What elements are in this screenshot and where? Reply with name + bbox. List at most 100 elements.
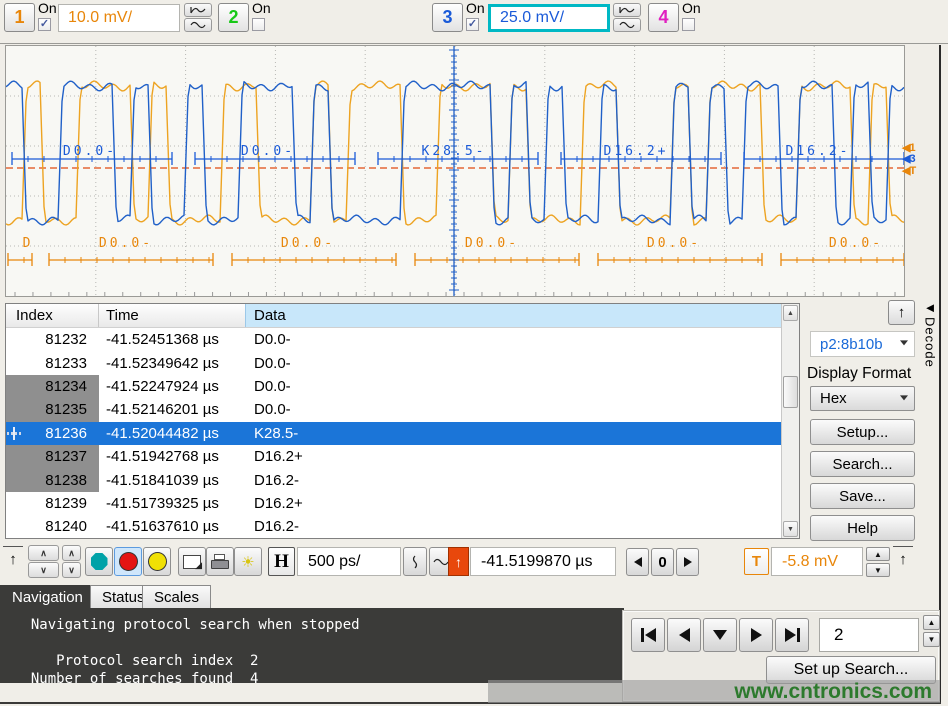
chevron-down-button[interactable]: ∨	[62, 562, 81, 578]
timebase-field[interactable]: 500 ps/	[297, 547, 401, 576]
spinner-down-button[interactable]: ▼	[923, 632, 940, 647]
move-up-icon[interactable]: ↑	[893, 546, 913, 575]
go-last-button[interactable]	[775, 618, 809, 652]
triangle-right-icon	[785, 628, 796, 642]
stop-button[interactable]	[114, 547, 142, 576]
decode-label: D16.2-	[786, 144, 851, 159]
display-format-select[interactable]: Hex	[810, 386, 915, 411]
cell-data: D16.2+	[246, 495, 781, 512]
channel-1-scale-field[interactable]: 10.0 mV/	[58, 4, 180, 32]
trigger-level-marker[interactable]: ◀T	[902, 164, 915, 177]
channel-1-coupling-button[interactable]	[184, 18, 212, 32]
chevron-up-button[interactable]: ∧	[28, 545, 59, 561]
decode-label: D0.0-	[281, 236, 335, 251]
trigger-level-field[interactable]: -5.8 mV	[771, 547, 863, 576]
channel-4-on-checkbox[interactable]	[682, 18, 695, 31]
column-header-time[interactable]: Time	[99, 304, 246, 327]
table-row[interactable]: 81236-41.52044482 µsK28.5-	[6, 422, 781, 445]
waveform-display[interactable]: D0.0-D0.0-K28.5-D16.2+D16.2-DD0.0-D0.0-D…	[5, 45, 905, 297]
go-next-button[interactable]	[739, 618, 773, 652]
table-header: Index Time Data	[6, 304, 799, 328]
trigger-position-button[interactable]: ↑	[448, 547, 469, 576]
tab-navigation[interactable]: Navigation	[0, 585, 95, 609]
table-row[interactable]: 81233-41.52349642 µsD0.0-	[6, 351, 781, 374]
search-index-field[interactable]: 2	[819, 618, 919, 652]
horizontal-position-field[interactable]: -41.5199870 µs	[470, 547, 616, 576]
cell-time: -41.51841039 µs	[99, 472, 246, 489]
help-button[interactable]: Help	[810, 515, 915, 541]
scrollbar-up-button[interactable]: ▲	[783, 305, 798, 321]
table-row[interactable]: 81235-41.52146201 µsD0.0-	[6, 398, 781, 421]
move-up-icon[interactable]: ↑	[3, 546, 23, 575]
spinner-up-button[interactable]: ▲	[866, 547, 890, 561]
pan-right-button[interactable]	[676, 548, 699, 576]
sine-icon	[433, 557, 449, 567]
decode-label: D0.0-	[63, 144, 117, 159]
table-row[interactable]: 81232-41.52451368 µsD0.0-	[6, 328, 781, 351]
trigger-button[interactable]: T	[744, 548, 769, 575]
scrollbar-thumb[interactable]	[783, 376, 798, 408]
cell-index: 81239	[6, 492, 99, 515]
zoom-waveform-button[interactable]	[403, 547, 427, 576]
channel-1-on-checkbox[interactable]: ✓	[38, 18, 51, 31]
collapse-panel-button[interactable]: ↑	[888, 300, 915, 325]
channel-4-on-label: On	[682, 0, 712, 16]
chevron-down-button[interactable]: ∨	[28, 562, 59, 578]
column-header-data[interactable]: Data	[246, 304, 799, 327]
tab-scales[interactable]: Scales	[142, 585, 211, 609]
search-button[interactable]: Search...	[810, 451, 915, 477]
table-row[interactable]: 81237-41.51942768 µsD16.2+	[6, 445, 781, 468]
go-previous-button[interactable]	[667, 618, 701, 652]
bar-icon	[797, 628, 800, 642]
cell-data: K28.5-	[246, 425, 781, 442]
channel-3-on-checkbox[interactable]: ✓	[466, 18, 479, 31]
channel-2-on-checkbox[interactable]	[252, 18, 265, 31]
chevron-up-button[interactable]: ∧	[62, 545, 81, 561]
brightness-button[interactable]: ☀	[234, 547, 262, 576]
decode-side-tab[interactable]: ◄ Decode	[921, 300, 939, 430]
spinner-up-button[interactable]: ▲	[923, 615, 940, 630]
channel-2-button[interactable]: 2	[218, 3, 249, 32]
cell-data: D0.0-	[246, 355, 781, 372]
channel-2-on-group: On	[252, 0, 282, 31]
cell-index: 81233	[6, 351, 99, 374]
single-icon	[149, 553, 166, 570]
go-current-button[interactable]	[703, 618, 737, 652]
channel-3-button[interactable]: 3	[432, 3, 463, 32]
decode-tab-label: Decode	[923, 317, 938, 368]
go-first-button[interactable]	[631, 618, 665, 652]
cell-time: -41.52146201 µs	[99, 401, 246, 418]
channel-3-coupling-button[interactable]	[613, 18, 641, 32]
left-arrow-icon: ◄	[924, 300, 937, 315]
column-header-index[interactable]: Index	[6, 304, 99, 327]
channel-4-button[interactable]: 4	[648, 3, 679, 32]
decode-source-select[interactable]: p2:8b10b	[810, 331, 915, 357]
table-row[interactable]: 81239-41.51739325 µsD16.2+	[6, 492, 781, 515]
run-button[interactable]	[85, 547, 113, 576]
watermark: www.cntronics.com	[488, 680, 940, 703]
save-button[interactable]: Save...	[810, 483, 915, 509]
channel-2-on-label: On	[252, 0, 282, 16]
channel-1-autoscale-button[interactable]	[184, 3, 212, 17]
channel-3-scale-field[interactable]: 25.0 mV/	[488, 4, 610, 32]
table-row[interactable]: 81238-41.51841039 µsD16.2-	[6, 468, 781, 491]
single-button[interactable]	[143, 547, 171, 576]
channel-3-autoscale-button[interactable]	[613, 3, 641, 17]
pan-left-button[interactable]	[626, 548, 649, 576]
table-scrollbar[interactable]: ▲ ▼	[781, 304, 799, 538]
channel-1-button[interactable]: 1	[4, 3, 35, 32]
spinner-down-button[interactable]: ▼	[866, 563, 890, 577]
zero-position-button[interactable]: 0	[651, 548, 674, 576]
cell-index: 81238	[6, 468, 99, 491]
print-button[interactable]	[206, 547, 234, 576]
triangle-left-icon	[634, 557, 642, 567]
table-row[interactable]: 81240-41.51637610 µsD16.2-	[6, 515, 781, 538]
horizontal-setup-button[interactable]: H	[268, 547, 295, 576]
table-row[interactable]: 81234-41.52247924 µsD0.0-	[6, 375, 781, 398]
trigger-level-spinner: ▲ ▼	[866, 547, 890, 577]
setup-button[interactable]: Setup...	[810, 419, 915, 445]
screen-capture-button[interactable]	[178, 547, 206, 576]
cell-data: D16.2+	[246, 448, 781, 465]
squiggle-icon	[618, 5, 636, 15]
scrollbar-down-button[interactable]: ▼	[783, 521, 798, 537]
